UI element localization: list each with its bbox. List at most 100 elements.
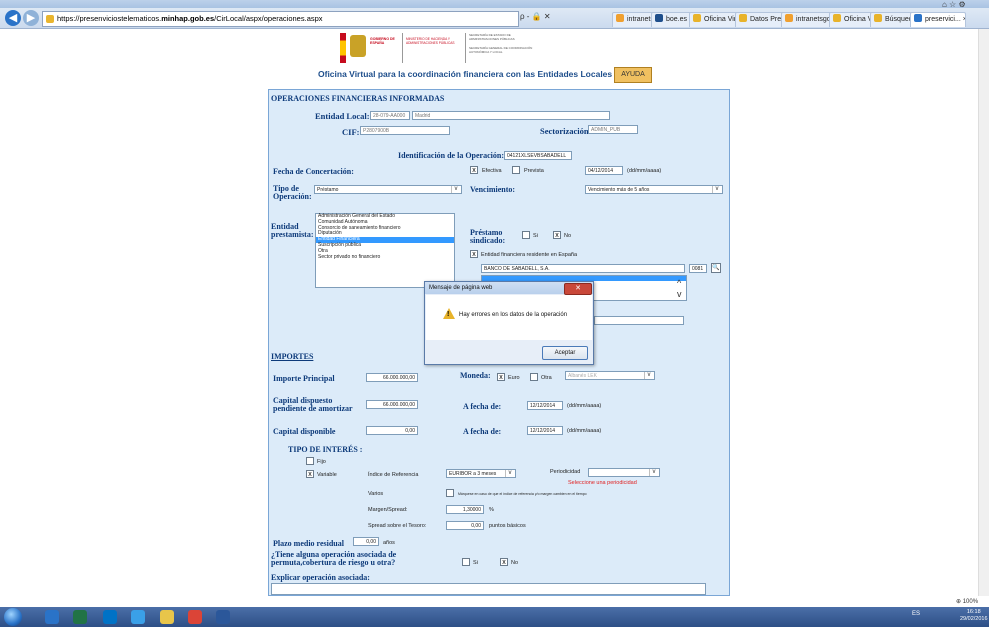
residente-label: Entidad financiera residente en España bbox=[481, 252, 578, 258]
media-player-icon[interactable] bbox=[45, 610, 59, 624]
plazo-unit: años bbox=[383, 540, 395, 546]
url-prefix: https://presenviciostelematicos. bbox=[57, 14, 162, 23]
varios-checkbox[interactable] bbox=[446, 489, 454, 497]
permuta-no-radio[interactable]: x bbox=[500, 558, 508, 566]
tab-close-icon[interactable]: × bbox=[963, 16, 965, 23]
clock-date: 29/02/2016 bbox=[960, 616, 988, 622]
outlook-icon[interactable] bbox=[103, 610, 117, 624]
entidad-name-field: Madrid bbox=[412, 111, 610, 120]
tipo-operacion-select[interactable]: Préstamo v bbox=[314, 185, 462, 194]
word-icon[interactable] bbox=[216, 610, 230, 624]
residente-checkbox[interactable]: x bbox=[470, 250, 478, 258]
importes-title: IMPORTES bbox=[271, 352, 314, 361]
accept-button[interactable]: Aceptar bbox=[542, 346, 588, 360]
spread-field[interactable]: 0,00 bbox=[446, 521, 484, 530]
permuta-no-label: No bbox=[511, 560, 519, 566]
efectiva-radio[interactable]: x bbox=[470, 166, 478, 174]
tab-4[interactable]: Datos Presup... bbox=[735, 12, 787, 27]
tab-5[interactable]: intranetsgcal... bbox=[781, 12, 835, 27]
clock[interactable]: 16:18 29/02/2016 bbox=[960, 609, 988, 623]
chevron-down-icon: v bbox=[451, 186, 460, 193]
tab-6[interactable]: Oficina Virtu... bbox=[829, 12, 876, 27]
varios-help: Márquese en caso de que el índice de ref… bbox=[458, 492, 587, 496]
sectorizacion-label: Sectorización bbox=[540, 126, 589, 136]
margen-field[interactable]: 1,30000 bbox=[446, 505, 484, 514]
indice-select[interactable]: EURIBOR a 3 meses v bbox=[446, 469, 516, 478]
otra-moneda-select[interactable]: Albanés LEK v bbox=[565, 371, 655, 380]
system-tray[interactable]: ES bbox=[912, 611, 920, 617]
vencimiento-value: Vencimiento más de 5 años bbox=[588, 187, 650, 193]
permuta-si-label: Si bbox=[473, 560, 478, 566]
scroll-down-icon[interactable]: v bbox=[677, 289, 682, 299]
prevista-radio[interactable] bbox=[512, 166, 520, 174]
sindicado-no-radio[interactable]: x bbox=[553, 231, 561, 239]
euro-radio[interactable]: x bbox=[497, 373, 505, 381]
afecha1-label: A fecha de: bbox=[463, 402, 502, 411]
fecha-field[interactable]: 04/12/2014 bbox=[585, 166, 623, 175]
section-title: OPERACIONES FINANCIERAS INFORMADAS bbox=[271, 94, 445, 103]
zoom-level[interactable]: ⊕ 100% bbox=[956, 598, 978, 605]
entidad-prestamista-label: Entidad prestamista: bbox=[271, 222, 314, 239]
start-button[interactable] bbox=[4, 608, 22, 626]
identificacion-field[interactable]: 04121XLSEVBSABADELL bbox=[504, 151, 572, 160]
banco-code-field[interactable]: 0081 bbox=[689, 264, 707, 273]
page-scrollbar[interactable] bbox=[978, 29, 989, 596]
afecha2-format: (dd/mm/aaaa) bbox=[567, 428, 602, 434]
sindicado-si-radio[interactable] bbox=[522, 231, 530, 239]
principal-field[interactable]: 66.000.000,00 bbox=[366, 373, 418, 382]
forward-button[interactable]: ▶ bbox=[23, 10, 39, 26]
banner-divider-2 bbox=[465, 33, 466, 63]
back-button[interactable]: ◀ bbox=[5, 10, 21, 26]
chrome-icon[interactable] bbox=[188, 610, 202, 624]
header-banner: GOBIERNO DE ESPAÑA MINISTERIO DE HACIEND… bbox=[340, 31, 660, 65]
internet-explorer-icon[interactable] bbox=[131, 610, 145, 624]
excel-icon[interactable] bbox=[73, 610, 87, 624]
efectiva-label: Efectiva bbox=[482, 168, 502, 174]
tab-3[interactable]: Oficina Virtu... bbox=[689, 12, 741, 27]
dialog-close-button[interactable]: ✕ bbox=[564, 283, 592, 295]
dispuesto-field[interactable]: 66.000.000,00 bbox=[366, 400, 418, 409]
vencimiento-label: Vencimiento: bbox=[470, 185, 516, 194]
variable-radio[interactable]: x bbox=[306, 470, 314, 478]
otra-moneda-radio[interactable] bbox=[530, 373, 538, 381]
periodicidad-select[interactable]: v bbox=[588, 468, 660, 477]
afecha2-field[interactable]: 12/12/2014 bbox=[527, 426, 563, 435]
euro-label: Euro bbox=[508, 375, 520, 381]
spread-label: Spread sobre el Tesoro: bbox=[368, 523, 427, 529]
address-tools[interactable]: ρ - 🔒 ✕ bbox=[520, 12, 551, 21]
otra-entidad-field[interactable] bbox=[594, 316, 684, 325]
address-bar[interactable]: https://presenviciostelematicos.minhap.g… bbox=[42, 11, 519, 27]
periodicidad-error: Seleccione una periodicidad bbox=[568, 480, 637, 486]
file-explorer-icon[interactable] bbox=[160, 610, 174, 624]
tab-favicon-icon bbox=[655, 14, 663, 22]
page-title: Oficina Virtual para la coordinación fin… bbox=[318, 69, 613, 79]
disponible-field[interactable]: 0,00 bbox=[366, 426, 418, 435]
ministerio-text: MINISTERIO DE HACIENDA Y ADMINISTRACIONE… bbox=[406, 37, 455, 45]
sindicado-label: Préstamo sindicado: bbox=[470, 228, 506, 245]
prestamista-listbox[interactable]: Administración General del Estado Comunid… bbox=[315, 213, 455, 288]
moneda-label: Moneda: bbox=[460, 371, 491, 380]
tab-favicon-icon bbox=[616, 14, 624, 22]
afecha1-format: (dd/mm/aaaa) bbox=[567, 403, 602, 409]
secretaria-text: SECRETARÍA DE ESTADO DE ADMINISTRACIONES… bbox=[469, 33, 515, 41]
search-icon[interactable]: 🔍 bbox=[711, 263, 721, 273]
principal-label: Importe Principal bbox=[273, 374, 335, 383]
message-dialog: Mensaje de página web ✕ ! Hay errores en… bbox=[424, 281, 594, 365]
permuta-si-radio[interactable] bbox=[462, 558, 470, 566]
banco-field[interactable]: BANCO DE SABADELL, S.A. bbox=[481, 264, 685, 273]
entidad-local-label: Entidad Local: bbox=[315, 111, 370, 121]
window-controls[interactable]: ⌂ ☆ ⚙ bbox=[942, 0, 966, 9]
chevron-down-icon: v bbox=[644, 372, 653, 379]
plazo-label: Plazo medio residual bbox=[273, 539, 344, 548]
explicar-label: Explicar operación asociada: bbox=[271, 573, 370, 582]
afecha1-field[interactable]: 12/12/2014 bbox=[527, 401, 563, 410]
explicar-field[interactable] bbox=[271, 583, 706, 595]
plazo-field[interactable]: 0,00 bbox=[353, 537, 379, 546]
scroll-up-icon[interactable]: ^ bbox=[677, 278, 681, 288]
cif-label: CIF: bbox=[342, 127, 360, 137]
help-button[interactable]: AYUDA bbox=[614, 67, 652, 83]
fijo-radio[interactable] bbox=[306, 457, 314, 465]
prestamista-option[interactable]: Sector privado no financiero bbox=[316, 254, 454, 261]
tab-8[interactable]: preservici...× bbox=[910, 12, 966, 27]
vencimiento-select[interactable]: Vencimiento más de 5 años v bbox=[585, 185, 723, 194]
